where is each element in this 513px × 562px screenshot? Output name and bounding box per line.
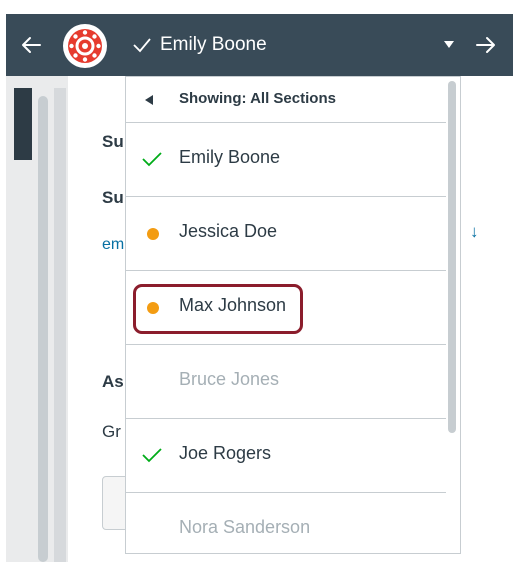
bg-link-file[interactable]: em [102,236,124,254]
forward-arrow-icon[interactable] [473,32,499,58]
student-option-label: Bruce Jones [179,369,280,389]
needs-grading-dot-icon [147,228,159,240]
student-option-label: Nora Sanderson [179,517,311,537]
bg-label-assessment: As [102,372,124,391]
student-option-bruce-jones[interactable]: Bruce Jones [126,345,446,419]
bg-label-submitted: Su [102,188,124,207]
bg-label-submission: Su [102,132,124,151]
student-option-emily-boone[interactable]: Emily Boone [126,123,446,197]
triangle-left-icon [145,95,153,105]
dropdown-scrollbar[interactable] [448,81,456,433]
caret-down-icon[interactable] [444,41,454,49]
section-filter-label: Showing: All Sections [179,90,336,107]
check-icon [142,152,162,167]
check-icon [133,38,151,53]
download-icon[interactable]: ↓ [470,222,479,242]
gutter-scrollbar[interactable] [38,96,48,562]
check-icon [142,448,162,463]
section-filter[interactable]: Showing: All Sections [126,77,446,123]
student-option-joe-rogers[interactable]: Joe Rogers [126,419,446,493]
gutter-tab[interactable] [14,88,32,160]
student-option-label: Jessica Doe [179,221,278,241]
student-header: Emily Boone [6,14,513,76]
highlight-box [133,284,303,334]
back-arrow-icon[interactable] [18,32,44,58]
canvas-logo-icon [63,24,107,68]
student-select-name[interactable]: Emily Boone [160,33,267,57]
student-option-jessica-doe[interactable]: Jessica Doe [126,197,446,271]
gutter-panel [54,88,66,562]
bg-label-grade: Gr [102,422,121,441]
student-option-label: Emily Boone [179,147,281,167]
student-option-nora-sanderson[interactable]: Nora Sanderson [126,493,446,553]
student-option-label: Joe Rogers [179,443,272,463]
